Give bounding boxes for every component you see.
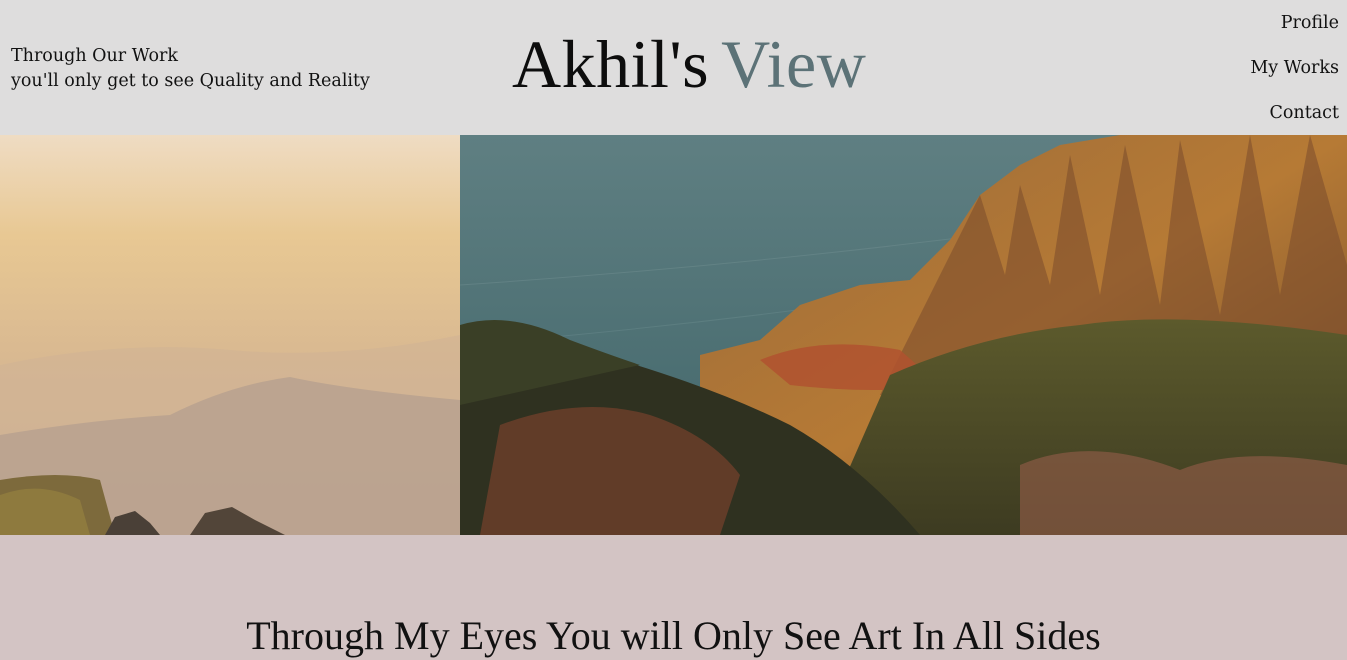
section-heading: Through My Eyes You will Only See Art In… (246, 613, 1101, 658)
site-header: Through Our Work you'll only get to see … (0, 0, 1347, 135)
tagline-line-2: you'll only get to see Quality and Reali… (11, 71, 370, 91)
hero-gallery (0, 135, 1347, 535)
hazy-mountain-sunset-photo (0, 135, 460, 535)
nav-link-profile[interactable]: Profile (1250, 9, 1339, 54)
tagline-line-1: Through Our Work (11, 46, 179, 66)
main-nav: Profile My Works Contact (1250, 9, 1339, 144)
nav-link-my-works[interactable]: My Works (1250, 54, 1339, 99)
tagline: Through Our Work you'll only get to see … (11, 44, 370, 94)
coastal-cliffs-valley-photo (460, 135, 1347, 535)
site-logo[interactable]: Akhil's View (512, 22, 866, 106)
brand-name: Akhil's (512, 26, 710, 102)
brand-accent: View (721, 26, 867, 102)
